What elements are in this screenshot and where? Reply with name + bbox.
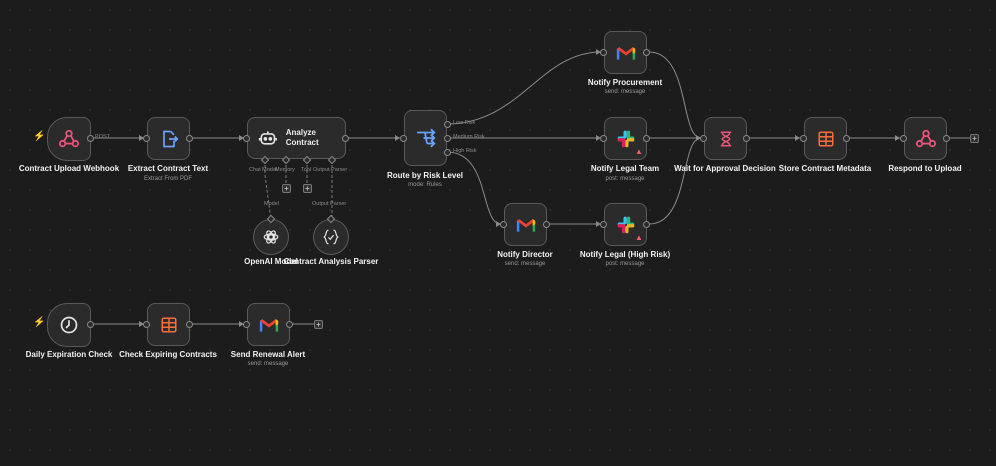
output-port[interactable] bbox=[743, 135, 750, 142]
output-port[interactable] bbox=[943, 135, 950, 142]
output-port[interactable] bbox=[87, 135, 94, 142]
node-label: Respond to Upload bbox=[888, 164, 962, 173]
edge-label-memory: Memory bbox=[275, 167, 295, 173]
add-memory-button[interactable]: + bbox=[282, 184, 291, 193]
output-port-low-risk[interactable] bbox=[444, 121, 451, 128]
node-analyze-contract[interactable]: Analyze Contract bbox=[247, 117, 346, 159]
input-port[interactable] bbox=[243, 321, 250, 328]
webhook-icon bbox=[58, 129, 80, 148]
webhook-icon bbox=[915, 129, 936, 147]
node-daily-expiration-check[interactable] bbox=[47, 303, 91, 347]
node-label: Check Expiring Contracts bbox=[119, 350, 217, 359]
output-port[interactable] bbox=[643, 221, 650, 228]
table-icon bbox=[818, 131, 833, 146]
input-port[interactable] bbox=[243, 135, 250, 142]
input-port[interactable] bbox=[900, 135, 907, 142]
input-port[interactable] bbox=[400, 135, 407, 142]
add-node-button[interactable]: + bbox=[970, 134, 979, 143]
edge-label-output-parser-2: Output Parser bbox=[312, 201, 347, 207]
openai-icon bbox=[263, 230, 279, 244]
node-label: Analyze Contract bbox=[285, 128, 319, 147]
node-subtitle: post: message bbox=[605, 261, 645, 267]
node-label: Store Contract Metadata bbox=[778, 164, 872, 173]
switch-icon bbox=[416, 128, 436, 148]
input-port[interactable] bbox=[800, 135, 807, 142]
edge-label-high-risk: High Risk bbox=[453, 148, 477, 154]
output-port[interactable] bbox=[543, 221, 550, 228]
node-check-expiring-contracts[interactable] bbox=[147, 303, 190, 346]
connection-lines bbox=[94, 49, 970, 327]
output-port-high-risk[interactable] bbox=[444, 149, 451, 156]
node-store-contract-metadata[interactable] bbox=[804, 117, 847, 160]
node-subtitle: mode: Rules bbox=[408, 182, 442, 188]
output-port[interactable] bbox=[87, 321, 94, 328]
output-port[interactable] bbox=[643, 135, 650, 142]
node-route-by-risk-level[interactable] bbox=[404, 110, 447, 166]
edge-label-medium-risk: Medium Risk bbox=[453, 134, 485, 140]
robot-icon bbox=[258, 131, 277, 145]
node-subtitle: send: message bbox=[504, 261, 546, 267]
edge-label-chat-model: Chat Model bbox=[249, 167, 278, 173]
gmail-icon bbox=[616, 46, 635, 60]
node-extract-contract-text[interactable] bbox=[147, 117, 190, 160]
node-wait-for-approval[interactable] bbox=[704, 117, 747, 160]
node-subtitle: send: message bbox=[247, 361, 289, 367]
node-label: Notify Legal (High Risk) bbox=[579, 250, 671, 259]
table-icon bbox=[161, 317, 176, 332]
warning-icon[interactable]: ▲ bbox=[635, 233, 643, 242]
trigger-bolt-icon: ⚡ bbox=[33, 317, 46, 328]
output-port[interactable] bbox=[186, 321, 193, 328]
input-port[interactable] bbox=[143, 135, 150, 142]
node-contract-upload-webhook[interactable] bbox=[47, 117, 91, 161]
output-port[interactable] bbox=[186, 135, 193, 142]
node-label: Notify Legal Team bbox=[590, 164, 660, 173]
edge-label-output-parser: Output Parser bbox=[313, 167, 348, 173]
node-label: Route by Risk Level bbox=[386, 171, 464, 180]
node-respond-to-upload[interactable] bbox=[904, 117, 947, 160]
input-port[interactable] bbox=[143, 321, 150, 328]
edge-label-post: POST bbox=[95, 134, 110, 140]
node-subtitle: send: message bbox=[604, 89, 646, 95]
edge-label-low-risk: Low Risk bbox=[453, 120, 476, 126]
trigger-bolt-icon: ⚡ bbox=[33, 131, 46, 142]
add-tool-button[interactable]: + bbox=[303, 184, 312, 193]
slack-icon bbox=[617, 130, 634, 147]
output-port[interactable] bbox=[643, 49, 650, 56]
input-port[interactable] bbox=[700, 135, 707, 142]
input-port[interactable] bbox=[600, 135, 607, 142]
input-port[interactable] bbox=[600, 49, 607, 56]
node-label: Notify Procurement bbox=[587, 78, 663, 87]
node-label: Extract Contract Text bbox=[127, 164, 209, 173]
node-label: Wait for Approval Decision bbox=[674, 164, 776, 173]
output-port[interactable] bbox=[843, 135, 850, 142]
node-notify-procurement[interactable] bbox=[604, 31, 647, 74]
node-subtitle: Extract From PDF bbox=[143, 176, 192, 182]
slack-icon bbox=[617, 216, 634, 233]
node-label: Contract Analysis Parser bbox=[283, 257, 379, 266]
edge-label-model: Model bbox=[264, 201, 279, 207]
node-subtitle: post: message bbox=[605, 176, 645, 182]
node-label: Notify Director bbox=[497, 250, 553, 259]
gmail-icon bbox=[259, 318, 278, 332]
file-export-icon bbox=[162, 130, 178, 147]
add-node-button[interactable]: + bbox=[314, 320, 323, 329]
node-label: Send Renewal Alert bbox=[230, 350, 306, 359]
node-openai-model[interactable] bbox=[253, 219, 289, 255]
input-port[interactable] bbox=[600, 221, 607, 228]
warning-icon[interactable]: ▲ bbox=[635, 147, 643, 156]
node-notify-director[interactable] bbox=[504, 203, 547, 246]
braces-icon bbox=[323, 229, 339, 245]
node-send-renewal-alert[interactable] bbox=[247, 303, 290, 346]
input-port[interactable] bbox=[500, 221, 507, 228]
node-label: Daily Expiration Check bbox=[25, 350, 113, 359]
gmail-icon bbox=[516, 218, 535, 232]
node-label: Contract Upload Webhook bbox=[18, 164, 120, 173]
output-port[interactable] bbox=[286, 321, 293, 328]
node-contract-analysis-parser[interactable] bbox=[313, 219, 349, 255]
hourglass-icon bbox=[720, 131, 731, 146]
clock-icon bbox=[60, 316, 78, 334]
output-port-medium-risk[interactable] bbox=[444, 135, 451, 142]
edge-label-tool: Tool bbox=[301, 167, 312, 173]
output-port[interactable] bbox=[342, 135, 349, 142]
